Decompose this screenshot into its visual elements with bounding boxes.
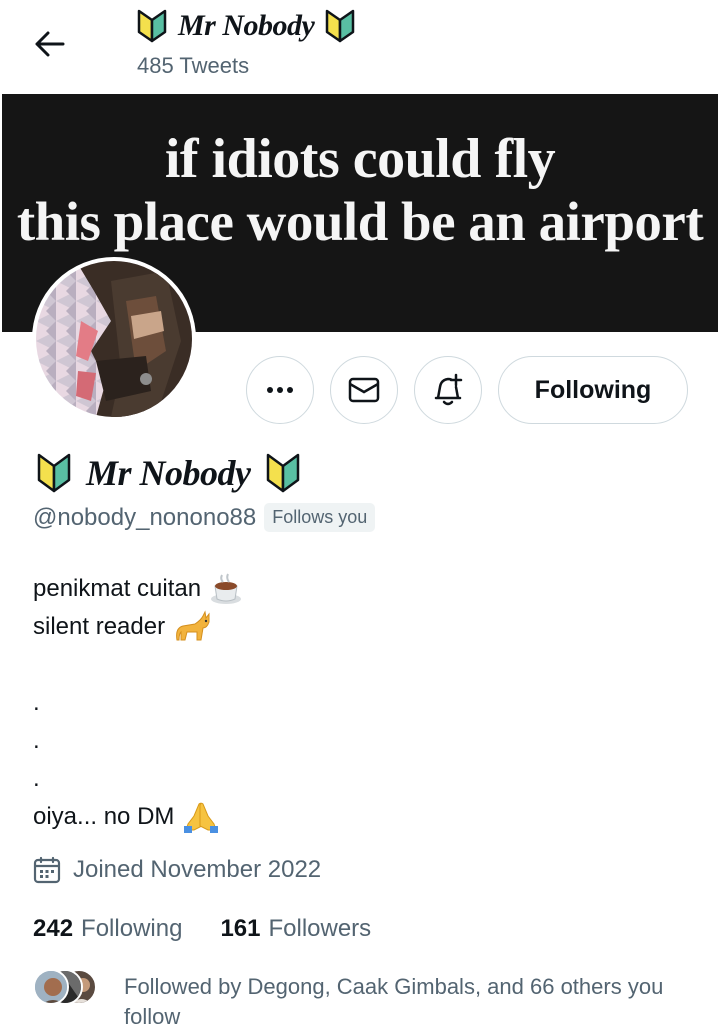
message-button[interactable] <box>330 356 398 424</box>
folded-hands-icon <box>184 802 219 833</box>
bio-dot-3: . <box>33 765 40 792</box>
beginner-mark-icon <box>326 9 355 43</box>
notify-button[interactable] <box>414 356 482 424</box>
bio-dot-2: . <box>33 727 40 754</box>
followed-by-avatars[interactable] <box>33 969 103 1009</box>
beginner-mark-icon <box>137 9 167 43</box>
header-name: Mr Nobody <box>136 8 356 44</box>
followed-by-text[interactable]: Followed by Degong, Caak Gimbals, and 66… <box>124 972 694 1032</box>
bio-line-1: penikmat cuitan <box>33 575 202 602</box>
bio-dot-1: . <box>33 689 40 716</box>
follows-you-badge: Follows you <box>264 503 376 532</box>
following-button[interactable]: Following <box>498 356 688 424</box>
tweets-count: 485 Tweets <box>137 53 250 78</box>
cat-icon <box>176 610 210 641</box>
follow-stats: 242 Following 161 Followers <box>33 915 371 943</box>
joined-date: Joined November 2022 <box>33 856 321 884</box>
followers-stat[interactable]: 161 Followers <box>220 915 371 943</box>
bell-plus-icon <box>434 373 463 406</box>
beginner-mark-icon <box>37 453 71 493</box>
handle-row: @nobody_nonono88 Follows you <box>33 503 376 532</box>
calendar-icon <box>33 856 61 884</box>
arrow-left-icon <box>35 31 65 57</box>
followers-count: 161 <box>220 915 261 942</box>
back-button[interactable] <box>26 22 74 66</box>
profile-bio: penikmat cuitan silent reader . . . oiya… <box>33 570 243 836</box>
followers-label: Followers <box>268 915 372 942</box>
top-bar: Mr Nobody 485 Tweets <box>0 0 720 94</box>
coffee-icon <box>211 573 242 604</box>
user-handle: @nobody_nonono88 <box>33 503 257 531</box>
display-name: Mr Nobody <box>86 453 251 493</box>
following-count: 242 <box>33 915 74 942</box>
bio-line-3: oiya... no DM <box>33 803 175 830</box>
following-label: Following <box>81 915 183 942</box>
envelope-icon <box>348 377 380 403</box>
header-display-name: Mr Nobody <box>178 9 315 42</box>
profile-avatar[interactable] <box>32 257 196 421</box>
bio-line-2: silent reader <box>33 613 166 640</box>
banner-text: if idiots could fly this place would be … <box>2 128 718 253</box>
more-icon <box>267 387 293 393</box>
beginner-mark-icon <box>266 453 299 493</box>
banner-line-2: this place would be an airport <box>16 191 704 253</box>
more-button[interactable] <box>246 356 314 424</box>
avatar-image <box>36 261 192 417</box>
joined-text: Joined November 2022 <box>73 856 322 883</box>
banner-line-1: if idiots could fly <box>164 128 556 190</box>
following-stat[interactable]: 242 Following <box>33 915 182 943</box>
profile-name: Mr Nobody <box>36 452 301 494</box>
follower-avatar <box>33 969 69 1005</box>
